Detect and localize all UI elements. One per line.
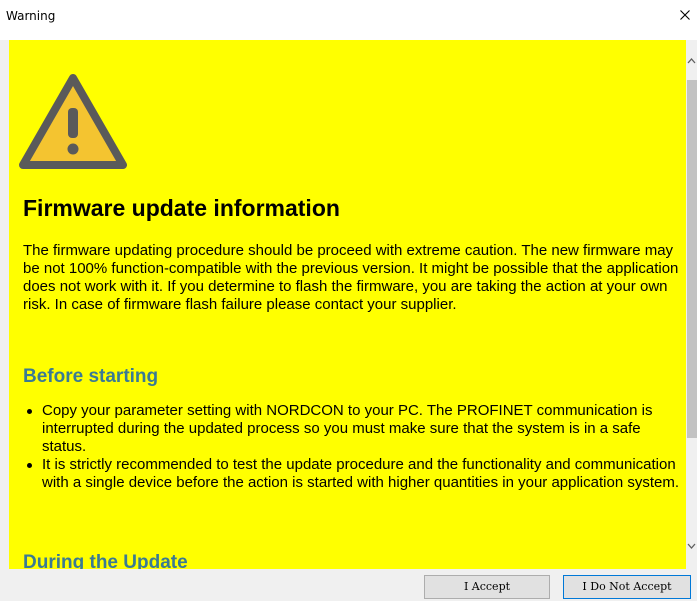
warning-triangle-icon (19, 74, 127, 169)
chevron-up-icon (687, 58, 696, 64)
list-item: Copy your parameter setting with NORDCON… (23, 402, 683, 456)
message-content[interactable]: Firmware update information The firmware… (9, 40, 686, 569)
chevron-down-icon (687, 543, 696, 549)
title-bar: Warning (0, 0, 697, 40)
scroll-thumb[interactable] (687, 80, 697, 438)
section-heading-during-update: During the Update (23, 552, 188, 569)
window-title: Warning (6, 9, 56, 23)
close-button[interactable] (673, 0, 697, 36)
close-icon (680, 10, 690, 20)
before-starting-list: Copy your parameter setting with NORDCON… (23, 402, 683, 492)
warning-dialog: Warning Firmware update information The … (0, 0, 697, 601)
intro-paragraph: The firmware updating procedure should b… (23, 242, 679, 313)
do-not-accept-button[interactable]: I Do Not Accept (563, 575, 691, 599)
page-title: Firmware update information (23, 195, 340, 221)
scroll-down-button[interactable] (686, 539, 697, 551)
vertical-scrollbar[interactable] (686, 40, 697, 569)
accept-button[interactable]: I Accept (424, 575, 550, 599)
scroll-up-button[interactable] (686, 54, 697, 66)
list-item: It is strictly recommended to test the u… (23, 456, 683, 492)
section-heading-before-starting: Before starting (23, 366, 159, 387)
